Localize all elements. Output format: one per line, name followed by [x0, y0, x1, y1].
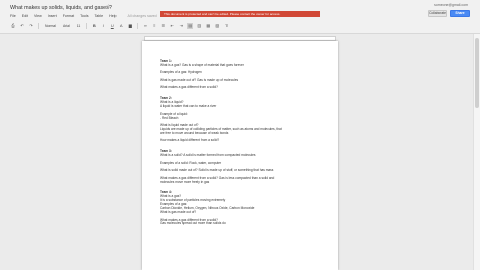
- collaborate-button[interactable]: Collaborate: [428, 10, 447, 17]
- menu-insert[interactable]: Insert: [48, 14, 57, 18]
- menu-table[interactable]: Table: [95, 14, 104, 18]
- underline-icon[interactable]: U: [109, 23, 115, 29]
- toolbar-divider: [86, 23, 88, 29]
- align-center-icon[interactable]: ▥: [196, 23, 202, 29]
- menu-help[interactable]: Help: [109, 14, 116, 18]
- numbered-list-icon[interactable]: ≡: [151, 23, 157, 29]
- italic-icon[interactable]: I: [100, 23, 106, 29]
- justify-icon[interactable]: ▧: [214, 23, 220, 29]
- docs-header: What makes up solids, liquids, and gases…: [0, 0, 480, 34]
- align-left-icon[interactable]: ▤: [187, 23, 194, 29]
- document-body[interactable]: Team 1: What is a gas? Gas is a shape of …: [160, 59, 330, 226]
- menu-bar: File Edit View Insert Format Tools Table…: [10, 14, 157, 18]
- increase-indent-icon[interactable]: ⇥: [178, 23, 184, 29]
- font-size-dropdown[interactable]: 11: [75, 23, 83, 29]
- toolbar: ⎙ ↶ ↷ Normal Arial 11 B I U A ▆ ∞ ≡ ☰ ⇤ …: [0, 20, 480, 32]
- menu-file[interactable]: File: [10, 14, 16, 18]
- redo-icon[interactable]: ↷: [28, 23, 34, 29]
- style-dropdown[interactable]: Normal: [43, 23, 58, 29]
- scrollbar-thumb[interactable]: [475, 38, 479, 108]
- document-title[interactable]: What makes up solids, liquids, and gases…: [10, 5, 112, 11]
- menu-tools[interactable]: Tools: [80, 14, 88, 18]
- bold-icon[interactable]: B: [91, 23, 97, 29]
- menu-edit[interactable]: Edit: [22, 14, 28, 18]
- menu-format[interactable]: Format: [63, 14, 74, 18]
- vertical-scrollbar[interactable]: [473, 34, 480, 270]
- save-status: All changes saved: [127, 14, 157, 18]
- print-icon[interactable]: ⎙: [10, 23, 16, 29]
- bulleted-list-icon[interactable]: ☰: [160, 23, 166, 29]
- clear-formatting-icon[interactable]: T̸: [223, 23, 229, 29]
- toolbar-divider: [137, 23, 139, 29]
- alert-banner: This document is protected and can't be …: [160, 11, 320, 17]
- undo-icon[interactable]: ↶: [19, 23, 25, 29]
- text-color-icon[interactable]: A: [118, 23, 124, 29]
- align-right-icon[interactable]: ▦: [205, 23, 211, 29]
- link-icon[interactable]: ∞: [142, 23, 148, 29]
- font-dropdown[interactable]: Arial: [61, 23, 72, 29]
- star-icon[interactable]: ☆: [106, 4, 111, 10]
- share-button[interactable]: Share: [450, 10, 470, 17]
- menu-view[interactable]: View: [34, 14, 42, 18]
- toolbar-divider: [38, 23, 39, 29]
- document-page[interactable]: Team 1: What is a gas? Gas is a shape of …: [142, 41, 338, 270]
- document-line: Gas molecules spread out more than solid…: [160, 221, 226, 226]
- decrease-indent-icon[interactable]: ⇤: [169, 23, 175, 29]
- account-email[interactable]: someone@gmail.com: [434, 3, 468, 7]
- highlight-icon[interactable]: ▆: [127, 23, 133, 29]
